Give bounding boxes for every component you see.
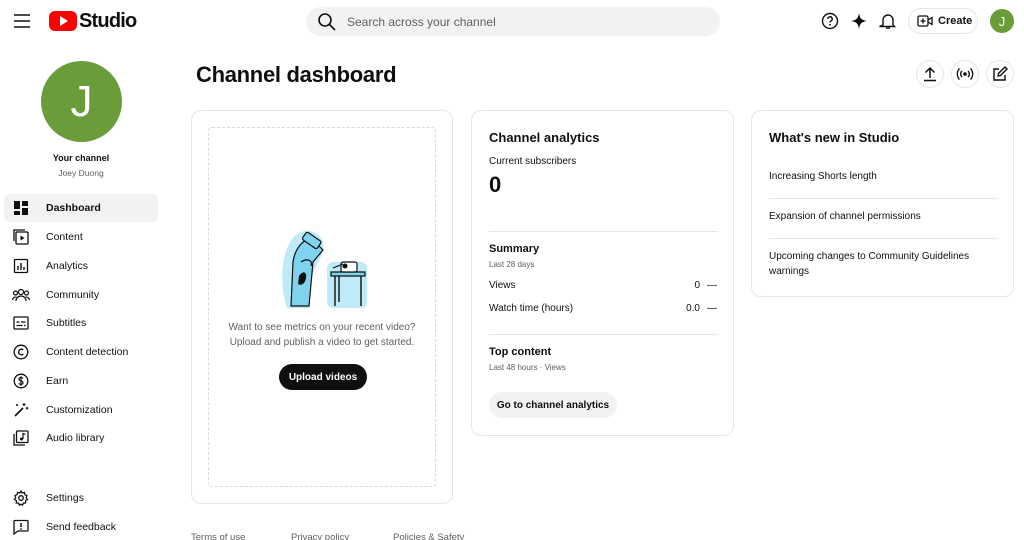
- create-video-icon: [917, 15, 933, 27]
- sidebar-item-dashboard[interactable]: Dashboard: [4, 194, 158, 222]
- upload-prompt-line-2: Upload and publish a video to get starte…: [229, 337, 415, 348]
- subscribers-label: Current subscribers: [489, 156, 577, 167]
- upload-button[interactable]: [916, 60, 944, 88]
- sidebar-item-label: Community: [46, 289, 100, 301]
- subtitles-icon: [12, 314, 30, 332]
- sparkle-icon[interactable]: [848, 10, 870, 32]
- summary-title: Summary: [489, 243, 540, 255]
- analytics-card-title: Channel analytics: [489, 130, 600, 145]
- sidebar-item-label: Send feedback: [46, 521, 117, 533]
- top-bar: Studio Create J: [0, 0, 1024, 42]
- news-item[interactable]: Increasing Shorts length: [769, 170, 997, 185]
- upload-videos-button[interactable]: Upload videos: [279, 364, 367, 390]
- youtube-play-icon: [49, 11, 77, 31]
- sidebar-item-customization[interactable]: Customization: [4, 396, 158, 424]
- metric-value: 0: [694, 280, 700, 291]
- live-broadcast-icon: [956, 68, 974, 80]
- sidebar-item-label: Content: [46, 231, 83, 243]
- metric-label: Watch time (hours): [489, 303, 574, 314]
- sidebar-item-label: Content detection: [46, 346, 129, 358]
- news-item[interactable]: Upcoming changes to Community Guidelines…: [769, 250, 997, 279]
- summary-period: Last 28 days: [489, 260, 535, 269]
- top-content-title: Top content: [489, 346, 552, 358]
- logo-text: Studio: [79, 9, 137, 32]
- metric-label: Views: [489, 280, 516, 291]
- sidebar-item-earn[interactable]: Earn: [4, 367, 158, 395]
- search-input[interactable]: [347, 14, 687, 29]
- sidebar-item-settings[interactable]: Settings: [4, 484, 158, 512]
- sidebar-item-label: Settings: [46, 492, 84, 504]
- create-button[interactable]: Create: [908, 8, 978, 34]
- content-icon: [12, 228, 30, 246]
- channel-analytics-card: Channel analytics Current subscribers 0 …: [471, 110, 734, 436]
- sidebar: J Your channel Joey Duong Dashboard Cont…: [0, 42, 170, 540]
- dashboard-icon: [12, 199, 30, 217]
- analytics-icon: [12, 257, 30, 275]
- sidebar-item-label: Dashboard: [46, 202, 101, 214]
- copyright-icon: [12, 343, 30, 361]
- sidebar-item-label: Subtitles: [46, 317, 87, 329]
- news-item[interactable]: Expansion of channel permissions: [769, 210, 997, 225]
- metric-trend: —: [707, 303, 717, 314]
- metric-row-views: Views 0 —: [489, 280, 717, 291]
- studio-logo[interactable]: Studio: [49, 9, 137, 33]
- account-avatar[interactable]: J: [990, 9, 1014, 33]
- menu-icon[interactable]: [10, 9, 34, 33]
- upload-video-card: Want to see metrics on your recent video…: [191, 110, 453, 504]
- sidebar-item-analytics[interactable]: Analytics: [4, 252, 158, 280]
- create-post-button[interactable]: [986, 60, 1014, 88]
- whats-new-card: What's new in Studio Increasing Shorts l…: [751, 110, 1014, 297]
- upload-dropzone[interactable]: Want to see metrics on your recent video…: [208, 127, 436, 487]
- upload-prompt-line-1: Want to see metrics on your recent video…: [228, 322, 416, 333]
- go-live-button[interactable]: [951, 60, 979, 88]
- upload-prompt-text: Want to see metrics on your recent video…: [209, 320, 435, 350]
- feedback-icon: [12, 518, 30, 536]
- sidebar-item-send-feedback[interactable]: Send feedback: [4, 513, 158, 540]
- go-to-channel-analytics-button[interactable]: Go to channel analytics: [489, 392, 617, 418]
- upload-icon: [924, 66, 936, 82]
- divider: [769, 198, 997, 199]
- create-label: Create: [938, 15, 973, 27]
- your-channel-label: Your channel: [52, 153, 110, 163]
- top-content-period: Last 48 hours · Views: [489, 363, 566, 372]
- subscribers-count: 0: [489, 172, 502, 197]
- metric-row-watch-time: Watch time (hours) 0.0 —: [489, 303, 717, 314]
- sidebar-item-label: Analytics: [46, 260, 89, 272]
- sidebar-item-audio-library[interactable]: Audio library: [4, 424, 158, 452]
- search-icon[interactable]: [317, 12, 337, 32]
- channel-avatar[interactable]: J: [41, 61, 122, 142]
- divider: [489, 334, 717, 335]
- sidebar-item-subtitles[interactable]: Subtitles: [4, 309, 158, 337]
- metric-value: 0.0: [686, 303, 700, 314]
- edit-post-icon: [993, 66, 1008, 81]
- sidebar-item-label: Earn: [46, 375, 69, 387]
- audio-library-icon: [12, 429, 30, 447]
- sidebar-item-label: Customization: [46, 404, 113, 416]
- sidebar-item-content[interactable]: Content: [4, 223, 158, 251]
- whats-new-title: What's new in Studio: [769, 130, 900, 145]
- sidebar-item-community[interactable]: Community: [4, 281, 158, 309]
- footer-link-terms[interactable]: Terms of use: [191, 532, 245, 540]
- footer-link-privacy[interactable]: Privacy policy: [291, 532, 349, 540]
- page-title: Channel dashboard: [196, 62, 397, 87]
- sidebar-item-label: Audio library: [46, 432, 105, 444]
- help-icon[interactable]: [819, 10, 841, 32]
- footer-link-policies[interactable]: Policies & Safety: [393, 532, 464, 540]
- community-icon: [12, 286, 30, 304]
- dollar-icon: [12, 372, 30, 390]
- channel-name: Joey Duong: [58, 168, 104, 178]
- sidebar-item-content-detection[interactable]: Content detection: [4, 338, 158, 366]
- magic-wand-icon: [12, 401, 30, 419]
- divider: [769, 238, 997, 239]
- divider: [489, 231, 717, 232]
- bell-icon[interactable]: [877, 10, 899, 32]
- search-bar[interactable]: [306, 7, 720, 36]
- upload-illustration: [282, 230, 367, 308]
- gear-icon: [12, 489, 30, 507]
- metric-trend: —: [707, 280, 717, 291]
